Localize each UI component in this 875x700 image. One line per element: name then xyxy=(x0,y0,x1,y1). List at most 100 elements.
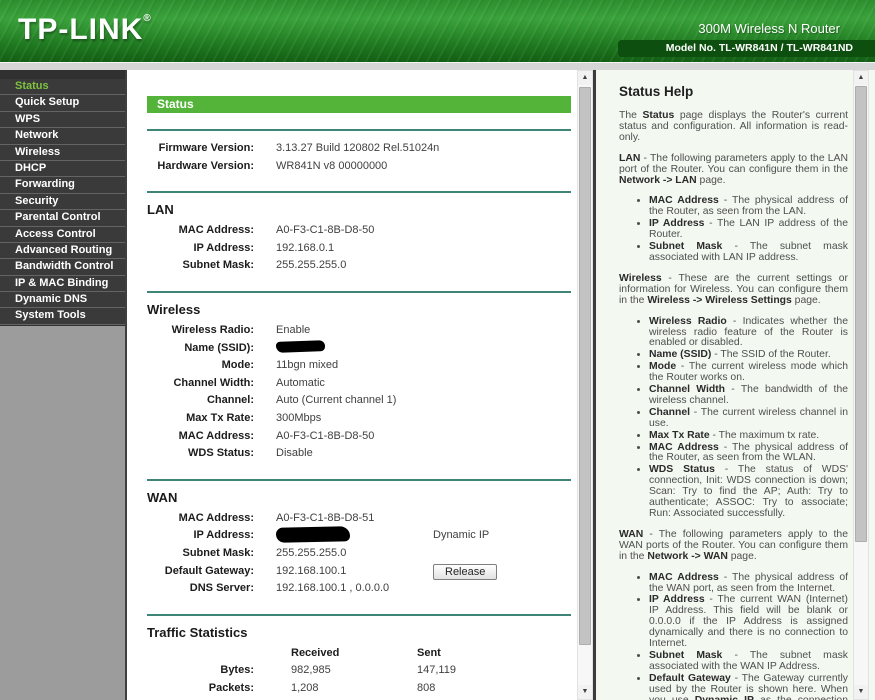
field-label: Subnet Mask: xyxy=(182,546,254,559)
status-field-row: Wireless Radio: Enable xyxy=(147,322,577,340)
field-label: Mode: xyxy=(221,359,254,372)
field-value: A0-F3-C1-8B-D8-50 xyxy=(276,224,375,237)
status-field-row: Hardware Version: WR841N v8 00000000 xyxy=(147,158,577,176)
field-label: Hardware Version: xyxy=(157,159,254,172)
status-field-row: Subnet Mask: 255.255.255.0 xyxy=(147,257,577,275)
sidebar-item-bandwidth-control[interactable]: Bandwidth Control xyxy=(0,259,125,276)
main-scrollbar[interactable]: ▲ ▼ xyxy=(577,70,593,700)
scroll-down-icon[interactable]: ▼ xyxy=(578,685,592,699)
field-value: 192.168.100.1 xyxy=(276,564,347,577)
help-list-item: MAC Address - The physical address of th… xyxy=(649,442,848,465)
section-title: Wireless xyxy=(147,301,201,317)
field-value: A0-F3-C1-8B-D8-51 xyxy=(276,511,375,524)
field-label: Name (SSID): xyxy=(184,341,254,354)
status-field-row: MAC Address: A0-F3-C1-8B-D8-50 xyxy=(147,428,577,446)
redacted-value xyxy=(275,339,326,353)
field-label: Max Tx Rate: xyxy=(186,411,254,424)
field-value: 3.13.27 Build 120802 Rel.51024n xyxy=(276,142,440,154)
field-label: Wireless Radio: xyxy=(171,323,254,336)
section-divider xyxy=(147,129,571,131)
scroll-up-icon[interactable]: ▲ xyxy=(854,71,868,85)
field-label: Subnet Mask: xyxy=(182,259,254,272)
wan-connection-type: Dynamic IP xyxy=(433,529,490,542)
sidebar-item-security[interactable]: Security xyxy=(0,193,125,211)
page-title-bar: Status xyxy=(147,96,571,113)
scrollbar-thumb[interactable] xyxy=(855,86,867,542)
field-value: 255.255.255.0 xyxy=(276,546,347,559)
sidebar-item-wireless[interactable]: Wireless xyxy=(0,144,125,161)
field-value: 11bgn mixed xyxy=(276,359,339,372)
sidebar: Status Quick Setup WPS Network Wireless DHCP F… xyxy=(0,70,127,700)
field-value: 300Mbps xyxy=(276,411,322,424)
section-title: Traffic Statistics xyxy=(147,624,248,640)
scroll-down-icon[interactable]: ▼ xyxy=(854,685,868,699)
traffic-data-row: Packets: 1,208 808 xyxy=(147,680,577,698)
section-divider xyxy=(147,290,571,293)
field-label: Channel Width: xyxy=(173,376,254,389)
traffic-sent-value: 808 xyxy=(417,681,436,694)
help-list-item: WDS Status - The status of WDS' connecti… xyxy=(649,464,848,520)
sidebar-item-parental-control[interactable]: Parental Control xyxy=(0,210,125,227)
field-value: Automatic xyxy=(276,376,325,389)
traffic-data-row: Bytes: 982,985 147,119 xyxy=(147,662,577,680)
section-versions: Firmware Version: 3.13.27 Build 120802 Re… xyxy=(147,140,577,175)
sidebar-item-advanced-routing[interactable]: Advanced Routing xyxy=(0,242,125,260)
help-list-item: Wireless Radio - Indicates whether the w… xyxy=(649,316,848,350)
sidebar-item-dynamic-dns[interactable]: Dynamic DNS xyxy=(0,292,125,309)
status-field-row: Name (SSID): xyxy=(147,339,577,358)
status-field-row: Subnet Mask: 255.255.255.0 xyxy=(147,545,577,563)
sidebar-item-dhcp[interactable]: DHCP xyxy=(0,160,125,178)
status-field-row: IP Address: Dynamic IP xyxy=(147,526,577,545)
field-label: IP Address: xyxy=(193,241,254,254)
status-field-row: MAC Address: A0-F3-C1-8B-D8-50 xyxy=(147,222,577,240)
field-label: MAC Address: xyxy=(178,511,254,524)
section-divider xyxy=(147,191,571,194)
help-list-item: Max Tx Rate - The maximum tx rate. xyxy=(649,430,848,442)
section-traffic: Traffic Statistics Received Sent Bytes: 982,… xyxy=(147,625,577,698)
router-admin-page: TP-LINK® 300M Wireless N Router Model No… xyxy=(0,0,875,700)
release-button[interactable]: Release xyxy=(433,563,498,580)
sidebar-item-forwarding[interactable]: Forwarding xyxy=(0,177,125,194)
help-paragraph: Wireless - These are the current setting… xyxy=(619,272,848,306)
traffic-received-value: 982,985 xyxy=(291,664,331,677)
sidebar-item-wps[interactable]: WPS xyxy=(0,111,125,129)
help-list-item: IP Address - The current WAN (Internet) … xyxy=(649,594,848,650)
field-label: WDS Status: xyxy=(188,447,254,460)
field-label: DNS Server: xyxy=(189,582,254,595)
section-title: LAN xyxy=(147,202,174,218)
status-field-row: MAC Address: A0-F3-C1-8B-D8-51 xyxy=(147,510,577,528)
model-number: Model No. TL-WR841N / TL-WR841ND xyxy=(618,40,875,57)
field-label: Default Gateway: xyxy=(164,564,254,577)
status-sections: Firmware Version: 3.13.27 Build 120802 Re… xyxy=(147,129,577,697)
field-label: Packets: xyxy=(208,681,254,694)
help-list: MAC Address - The physical address of th… xyxy=(619,195,848,264)
sidebar-item-status[interactable]: Status xyxy=(0,79,125,96)
sidebar-item-ip-mac-binding[interactable]: IP & MAC Binding xyxy=(0,275,125,293)
status-field-row: DNS Server: 192.168.100.1 , 0.0.0.0 xyxy=(147,580,577,598)
field-value: 192.168.0.1 xyxy=(276,241,335,254)
header: TP-LINK® 300M Wireless N Router Model No… xyxy=(0,0,875,62)
sidebar-menu: Status Quick Setup WPS Network Wireless DHCP F… xyxy=(0,70,125,326)
status-field-row: Default Gateway: 192.168.100.1 Release xyxy=(147,563,577,581)
scrollbar-thumb[interactable] xyxy=(579,87,591,645)
help-list-item: Subnet Mask - The subnet mask associated… xyxy=(649,241,848,264)
scroll-up-icon[interactable]: ▲ xyxy=(578,71,592,85)
field-label: MAC Address: xyxy=(178,224,254,237)
section-wan: WAN MAC Address: A0-F3-C1-8B-D8-51 IP Addre… xyxy=(147,490,577,598)
field-label: IP Address: xyxy=(193,529,254,542)
sidebar-item-system-tools[interactable]: System Tools xyxy=(0,308,125,325)
help-content: The Status page displays the Router's cu… xyxy=(619,110,848,700)
sidebar-item-access-control[interactable]: Access Control xyxy=(0,226,125,243)
field-value: 255.255.255.0 xyxy=(276,259,347,272)
help-list-item: Channel - The current wireless channel i… xyxy=(649,407,848,430)
sidebar-item-network[interactable]: Network xyxy=(0,128,125,145)
help-list-item: Name (SSID) - The SSID of the Router. xyxy=(649,349,848,361)
traffic-header-row: Received Sent xyxy=(147,645,577,663)
status-field-row: Max Tx Rate: 300Mbps xyxy=(147,410,577,428)
help-list-item: MAC Address - The physical address of th… xyxy=(649,195,848,218)
help-list: MAC Address - The physical address of th… xyxy=(619,572,848,700)
traffic-col-sent: Sent xyxy=(417,646,441,659)
redacted-value xyxy=(275,526,351,543)
help-scrollbar[interactable]: ▲ ▼ xyxy=(853,70,869,700)
sidebar-item-quick-setup[interactable]: Quick Setup xyxy=(0,95,125,112)
